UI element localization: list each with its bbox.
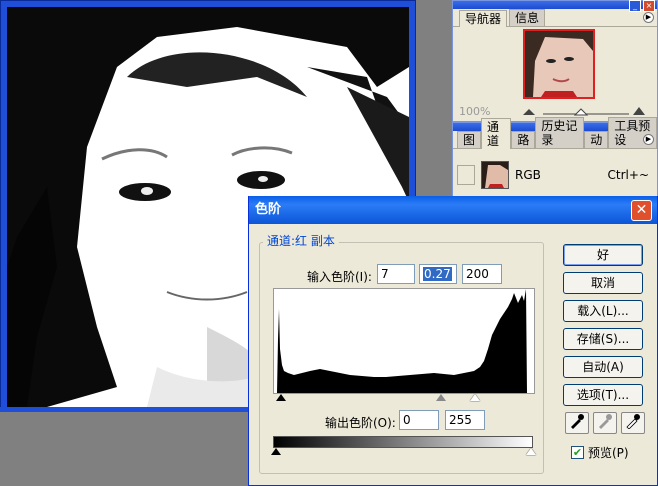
output-gradient (273, 436, 533, 448)
palette-menu-icon[interactable]: ▶ (643, 12, 654, 23)
dialog-title: 色阶 (255, 202, 282, 217)
ok-button[interactable]: 好 (563, 244, 643, 266)
tab-info[interactable]: 信息 (509, 9, 546, 26)
output-slider[interactable] (271, 448, 536, 458)
gamma-slider[interactable] (436, 394, 446, 401)
channel-row-rgb[interactable]: RGB Ctrl+~ (457, 159, 655, 191)
input-levels-label: 输入色阶(I): (307, 270, 372, 284)
tab-history[interactable]: 历史记录 (535, 117, 585, 148)
preview-label: 预览(P) (588, 446, 629, 460)
input-slider[interactable] (273, 394, 535, 404)
output-white-field[interactable]: 255 (445, 410, 485, 430)
navigator-thumbnail[interactable] (523, 29, 595, 99)
output-black-field[interactable]: 0 (399, 410, 439, 430)
black-point-slider[interactable] (276, 394, 286, 401)
input-white-field[interactable]: 200 (462, 264, 502, 284)
preview-checkbox[interactable]: ✔ (571, 446, 584, 459)
channel-label[interactable]: 通道:红 副本 (263, 232, 339, 249)
preview-option[interactable]: ✔ 预览(P) (571, 444, 629, 461)
navigator-palette: _ × 导航器 信息 ▶ 100% (452, 0, 658, 122)
cancel-button[interactable]: 取消 (563, 272, 643, 294)
black-eyedropper-icon[interactable] (565, 412, 589, 434)
dialog-titlebar[interactable]: 色阶 ✕ (249, 196, 657, 224)
gray-eyedropper-icon[interactable] (593, 412, 617, 434)
palette-titlebar[interactable]: _ × (453, 0, 657, 12)
zoom-out-icon (523, 109, 535, 115)
channel-name: RGB (515, 168, 541, 182)
visibility-toggle[interactable] (457, 165, 475, 185)
levels-dialog: 色阶 ✕ 通道:红 副本 输入色阶(I): 7 0.27 200 输出色阶(O)… (248, 196, 658, 486)
palette-menu-icon[interactable]: ▶ (643, 134, 654, 145)
tab-channels[interactable]: 通道 (481, 118, 512, 149)
save-button[interactable]: 存储(S)... (563, 328, 643, 350)
white-point-slider[interactable] (470, 394, 480, 401)
channels-tabs: 图 通道 路 历史记录 动 工具预设 ▶ (453, 117, 657, 149)
close-icon[interactable]: ✕ (631, 200, 652, 221)
input-black-field[interactable]: 7 (377, 264, 415, 284)
channel-shortcut: Ctrl+~ (607, 168, 649, 182)
zoom-slider-handle (573, 108, 589, 116)
output-black-slider[interactable] (271, 448, 281, 455)
output-levels-label: 输出色阶(O): (325, 416, 396, 430)
auto-button[interactable]: 自动(A) (563, 356, 643, 378)
output-white-slider[interactable] (526, 448, 536, 455)
zoom-in-icon (633, 107, 645, 115)
tab-navigator[interactable]: 导航器 (459, 10, 508, 27)
input-gamma-field[interactable]: 0.27 (419, 264, 457, 284)
histogram-graph (274, 289, 527, 393)
white-eyedropper-icon[interactable] (621, 412, 645, 434)
navigator-tabs: 导航器 信息 ▶ (453, 9, 657, 27)
load-button[interactable]: 载入(L)... (563, 300, 643, 322)
zoom-level[interactable]: 100% (459, 105, 490, 118)
tab-actions[interactable]: 动 (584, 131, 609, 148)
input-gamma-value: 0.27 (423, 267, 452, 281)
tab-paths[interactable]: 路 (511, 131, 536, 148)
histogram (273, 288, 535, 394)
tab-layers[interactable]: 图 (457, 131, 482, 148)
navigator-thumbnail-image (525, 31, 593, 97)
channel-thumbnail-image (482, 162, 508, 188)
channel-thumbnail (481, 161, 509, 189)
channels-palette: _ × 图 通道 路 历史记录 动 工具预设 ▶ RGB Ctrl+~ (452, 117, 658, 198)
options-button[interactable]: 选项(T)... (563, 384, 643, 406)
